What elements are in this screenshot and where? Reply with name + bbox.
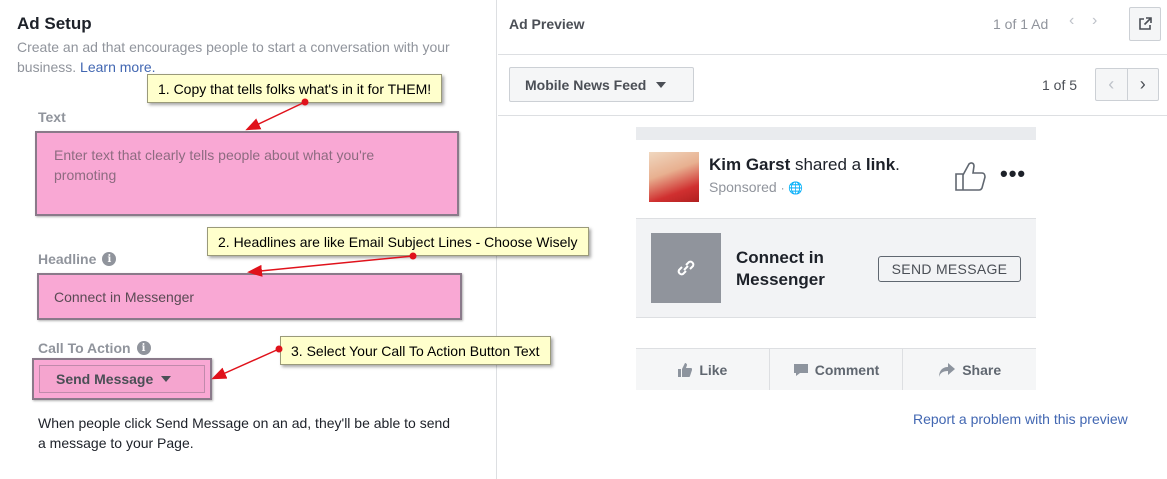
link-word: link <box>865 155 896 174</box>
headline-label-text: Headline <box>38 251 97 267</box>
prev-ad-icon[interactable]: ‹ <box>1069 12 1074 30</box>
chain-link-icon <box>677 260 695 276</box>
divider <box>498 115 1167 116</box>
ad-setup-subtitle: Create an ad that encourages people to s… <box>17 37 467 77</box>
info-icon[interactable]: i <box>102 252 117 266</box>
sponsored-text: Sponsored <box>709 179 777 195</box>
callout-3: 3. Select Your Call To Action Button Tex… <box>280 336 551 365</box>
shared-text: shared a <box>790 155 866 174</box>
link-title: Connect in Messenger <box>736 248 825 289</box>
link-thumbnail <box>651 233 721 303</box>
like-icon <box>678 362 693 377</box>
cta-description: When people click Send Message on an ad,… <box>38 415 451 451</box>
text-label: Text <box>38 109 66 125</box>
ad-preview-title: Ad Preview <box>509 16 585 32</box>
cta-dropdown[interactable]: Send Message <box>39 365 205 393</box>
headline-label: Headline i <box>38 251 117 267</box>
next-preview-button[interactable]: › <box>1128 69 1159 100</box>
ad-setup-title: Ad Setup <box>17 14 92 33</box>
external-link-icon <box>1139 17 1152 30</box>
callout-1: 1. Copy that tells folks what's in it fo… <box>147 74 443 103</box>
headline-value: Connect in Messenger <box>54 289 195 305</box>
post-actions: Like Comment Share <box>636 348 1036 390</box>
like-action[interactable]: Like <box>636 349 770 390</box>
text-placeholder: Enter text that clearly tells people abo… <box>54 147 375 183</box>
cta-label: Call To Action i <box>38 340 151 356</box>
comment-label: Comment <box>814 361 880 378</box>
news-feed-card: Kim Garst shared a link. Sponsored · 🌐 •… <box>636 127 1036 390</box>
chevron-down-icon <box>161 376 172 382</box>
text-label-text: Text <box>38 109 66 125</box>
preview-pager: ‹ › <box>1095 68 1159 101</box>
ad-count: 1 of 1 Ad <box>993 16 1049 32</box>
preview-page-count: 1 of 5 <box>1042 77 1078 93</box>
like-outline-icon[interactable] <box>954 160 988 192</box>
share-label: Share <box>962 361 1002 378</box>
cta-label-text: Call To Action <box>38 340 131 356</box>
open-external-button[interactable] <box>1129 7 1161 41</box>
chevron-down-icon <box>656 81 667 88</box>
poster-name[interactable]: Kim Garst <box>709 155 790 174</box>
comment-action[interactable]: Comment <box>770 349 904 390</box>
divider <box>498 54 1167 55</box>
share-icon <box>939 362 956 377</box>
next-ad-icon[interactable]: › <box>1092 12 1097 30</box>
cta-highlight: Send Message <box>32 358 212 400</box>
post: Kim Garst shared a link. Sponsored · 🌐 •… <box>636 140 1036 390</box>
placement-dropdown[interactable]: Mobile News Feed <box>509 67 694 102</box>
text-input[interactable]: Enter text that clearly tells people abo… <box>35 131 459 216</box>
avatar <box>649 152 699 202</box>
placement-value: Mobile News Feed <box>525 76 647 93</box>
sponsored-label: Sponsored · 🌐 <box>709 179 803 195</box>
info-icon[interactable]: i <box>136 341 151 355</box>
report-problem-link[interactable]: Report a problem with this preview <box>913 411 1128 427</box>
callout-2: 2. Headlines are like Email Subject Line… <box>207 227 589 256</box>
send-message-button[interactable]: SEND MESSAGE <box>878 256 1021 282</box>
more-options-icon[interactable]: ••• <box>1000 161 1026 187</box>
globe-icon: · 🌐 <box>780 181 803 195</box>
link-attachment[interactable]: Connect in Messenger SEND MESSAGE <box>636 218 1036 318</box>
period: . <box>895 155 900 174</box>
share-action[interactable]: Share <box>903 349 1036 390</box>
like-label: Like <box>699 361 728 378</box>
learn-more-link[interactable]: Learn more. <box>80 59 155 75</box>
comment-icon <box>793 363 808 376</box>
headline-input[interactable]: Connect in Messenger <box>37 273 462 320</box>
cta-value: Send Message <box>56 371 154 387</box>
post-header: Kim Garst shared a link. <box>709 155 900 175</box>
ad-preview-panel: Ad Preview 1 of 1 Ad ‹ › Mobile News Fee… <box>498 0 1167 479</box>
prev-preview-button[interactable]: ‹ <box>1096 69 1128 100</box>
